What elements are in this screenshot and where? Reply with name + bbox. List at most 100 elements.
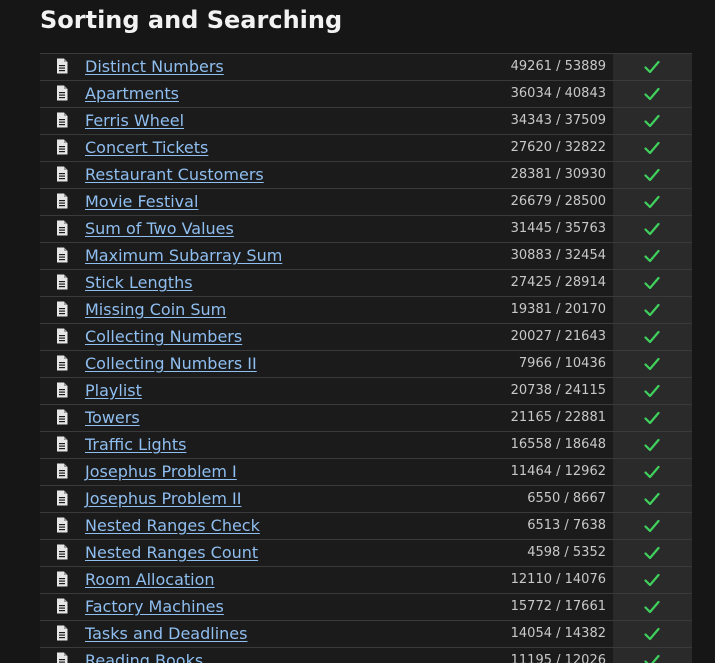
task-link[interactable]: Ferris Wheel <box>85 110 184 132</box>
task-stats: 16558 / 18648 <box>510 437 606 452</box>
document-icon <box>57 139 68 155</box>
task-stats: 12110 / 14076 <box>510 572 606 587</box>
task-stats: 27620 / 32822 <box>510 140 606 155</box>
task-link[interactable]: Nested Ranges Check <box>85 515 260 537</box>
task-row: Josephus Problem II 6550 / 8667 <box>40 486 692 513</box>
task-link[interactable]: Apartments <box>85 83 179 105</box>
check-icon <box>644 600 660 614</box>
section-title: Sorting and Searching <box>40 6 343 34</box>
task-link[interactable]: Playlist <box>85 380 142 402</box>
check-icon <box>644 141 660 155</box>
document-icon <box>57 301 68 317</box>
task-stats: 21165 / 22881 <box>510 410 606 425</box>
task-row: Stick Lengths 27425 / 28914 <box>40 270 692 297</box>
status-cell <box>613 378 692 404</box>
check-icon <box>644 276 660 290</box>
task-link[interactable]: Towers <box>85 407 140 429</box>
task-link[interactable]: Missing Coin Sum <box>85 299 226 321</box>
task-stats: 7966 / 10436 <box>518 356 606 371</box>
task-link[interactable]: Factory Machines <box>85 596 224 618</box>
status-cell <box>613 54 692 80</box>
task-link[interactable]: Traffic Lights <box>85 434 186 456</box>
check-icon <box>644 249 660 263</box>
document-icon <box>57 382 68 398</box>
task-link[interactable]: Collecting Numbers <box>85 326 242 348</box>
status-cell <box>613 621 692 647</box>
document-icon <box>57 598 68 614</box>
status-cell <box>613 243 692 269</box>
task-row: Apartments 36034 / 40843 <box>40 81 692 108</box>
check-icon <box>644 654 660 663</box>
status-cell <box>613 405 692 431</box>
document-icon <box>57 409 68 425</box>
task-link[interactable]: Tasks and Deadlines <box>85 623 247 645</box>
task-link[interactable]: Maximum Subarray Sum <box>85 245 282 267</box>
task-row: Tasks and Deadlines 14054 / 14382 <box>40 621 692 648</box>
task-link[interactable]: Movie Festival <box>85 191 198 213</box>
status-cell <box>613 486 692 512</box>
document-icon <box>57 652 68 663</box>
task-link[interactable]: Room Allocation <box>85 569 215 591</box>
document-icon <box>57 571 68 587</box>
status-cell <box>613 432 692 458</box>
check-icon <box>644 438 660 452</box>
task-link[interactable]: Distinct Numbers <box>85 56 224 78</box>
task-stats: 14054 / 14382 <box>510 626 606 641</box>
check-icon <box>644 330 660 344</box>
document-icon <box>57 85 68 101</box>
task-row: Traffic Lights 16558 / 18648 <box>40 432 692 459</box>
status-cell <box>613 459 692 485</box>
document-icon <box>57 112 68 128</box>
check-icon <box>644 411 660 425</box>
task-link[interactable]: Josephus Problem I <box>85 461 237 483</box>
task-row: Distinct Numbers 49261 / 53889 <box>40 54 692 81</box>
status-cell <box>613 594 692 620</box>
task-stats: 20027 / 21643 <box>510 329 606 344</box>
task-link[interactable]: Concert Tickets <box>85 137 208 159</box>
task-row: Sum of Two Values 31445 / 35763 <box>40 216 692 243</box>
task-stats: 27425 / 28914 <box>510 275 606 290</box>
check-icon <box>644 87 660 101</box>
task-stats: 31445 / 35763 <box>510 221 606 236</box>
task-stats: 36034 / 40843 <box>510 86 606 101</box>
task-stats: 11464 / 12962 <box>510 464 606 479</box>
task-link[interactable]: Collecting Numbers II <box>85 353 257 375</box>
task-row: Movie Festival 26679 / 28500 <box>40 189 692 216</box>
task-link[interactable]: Josephus Problem II <box>85 488 241 510</box>
task-stats: 20738 / 24115 <box>510 383 606 398</box>
task-link[interactable]: Stick Lengths <box>85 272 193 294</box>
document-icon <box>57 625 68 641</box>
check-icon <box>644 357 660 371</box>
task-stats: 6550 / 8667 <box>527 491 606 506</box>
status-cell <box>613 270 692 296</box>
check-icon <box>644 627 660 641</box>
check-icon <box>644 546 660 560</box>
task-row: Ferris Wheel 34343 / 37509 <box>40 108 692 135</box>
task-stats: 11195 / 12026 <box>510 653 606 663</box>
document-icon <box>57 247 68 263</box>
task-link[interactable]: Restaurant Customers <box>85 164 264 186</box>
check-icon <box>644 195 660 209</box>
task-row: Reading Books 11195 / 12026 <box>40 648 692 663</box>
task-link[interactable]: Nested Ranges Count <box>85 542 258 564</box>
document-icon <box>57 274 68 290</box>
task-row: Playlist 20738 / 24115 <box>40 378 692 405</box>
status-cell <box>613 162 692 188</box>
check-icon <box>644 222 660 236</box>
task-row: Nested Ranges Check 6513 / 7638 <box>40 513 692 540</box>
task-stats: 19381 / 20170 <box>510 302 606 317</box>
task-row: Collecting Numbers 20027 / 21643 <box>40 324 692 351</box>
check-icon <box>644 384 660 398</box>
task-link[interactable]: Reading Books <box>85 650 203 663</box>
status-cell <box>613 648 692 663</box>
document-icon <box>57 193 68 209</box>
task-link[interactable]: Sum of Two Values <box>85 218 234 240</box>
task-stats: 15772 / 17661 <box>510 599 606 614</box>
document-icon <box>57 544 68 560</box>
task-row: Concert Tickets 27620 / 32822 <box>40 135 692 162</box>
task-row: Restaurant Customers 28381 / 30930 <box>40 162 692 189</box>
status-cell <box>613 216 692 242</box>
check-icon <box>644 519 660 533</box>
task-row: Missing Coin Sum 19381 / 20170 <box>40 297 692 324</box>
document-icon <box>57 490 68 506</box>
